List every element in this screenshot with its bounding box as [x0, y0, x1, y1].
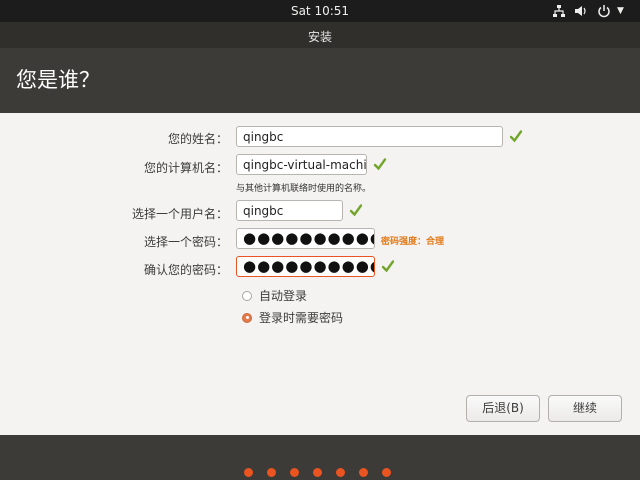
auto-login-radio[interactable]: [242, 290, 252, 301]
check-icon: [349, 204, 363, 217]
page-header: 您是谁？: [0, 48, 640, 113]
password-label: 选择一个密码：: [143, 235, 228, 249]
progress-dot: [313, 468, 322, 477]
password-input[interactable]: ●●●●●●●●●●: [236, 228, 375, 249]
username-input[interactable]: qingbc: [236, 200, 343, 221]
progress-area: [0, 435, 640, 480]
page-title: 您是谁？: [16, 68, 100, 92]
check-icon: [381, 260, 395, 273]
check-icon: [509, 130, 523, 143]
computer-name-input[interactable]: qingbc-virtual-machine: [236, 154, 367, 175]
volume-icon[interactable]: [574, 3, 588, 19]
power-icon[interactable]: [597, 3, 611, 19]
require-password-option[interactable]: 登录时需要密码: [242, 309, 343, 326]
require-password-radio[interactable]: [242, 312, 252, 323]
username-label: 选择一个用户名：: [131, 207, 228, 221]
computer-name-hint: 与其他计算机联络时使用的名称。: [236, 184, 372, 194]
progress-dot: [359, 468, 368, 477]
auto-login-option[interactable]: 自动登录: [242, 287, 307, 304]
window-titlebar: 安装: [0, 22, 640, 48]
back-button[interactable]: 后退(B): [466, 395, 540, 422]
confirm-password-label: 确认您的密码：: [143, 263, 228, 277]
name-label: 您的姓名：: [167, 132, 228, 146]
confirm-password-input[interactable]: ●●●●●●●●●●: [236, 256, 375, 277]
progress-dots: [244, 468, 391, 477]
continue-button[interactable]: 继续: [548, 395, 622, 422]
network-icon[interactable]: [552, 3, 566, 19]
computer-name-label: 您的计算机名：: [143, 161, 228, 175]
progress-dot: [336, 468, 345, 477]
progress-dot: [382, 468, 391, 477]
check-icon: [373, 158, 387, 171]
require-password-label: 登录时需要密码: [259, 311, 344, 325]
password-strength: 密码强度：合理: [381, 237, 445, 247]
progress-dot: [290, 468, 299, 477]
clock[interactable]: Sat 10:51: [0, 4, 640, 18]
top-panel: Sat 10:51 ▼: [0, 0, 640, 22]
window-title: 安装: [307, 30, 332, 44]
name-input[interactable]: qingbc: [236, 126, 503, 147]
form-content: 您的姓名： qingbc 您的计算机名： qingbc-virtual-mach…: [0, 113, 640, 435]
progress-dot: [267, 468, 276, 477]
chevron-down-icon[interactable]: ▼: [617, 3, 624, 19]
auto-login-label: 自动登录: [259, 289, 308, 303]
progress-dot: [244, 468, 253, 477]
